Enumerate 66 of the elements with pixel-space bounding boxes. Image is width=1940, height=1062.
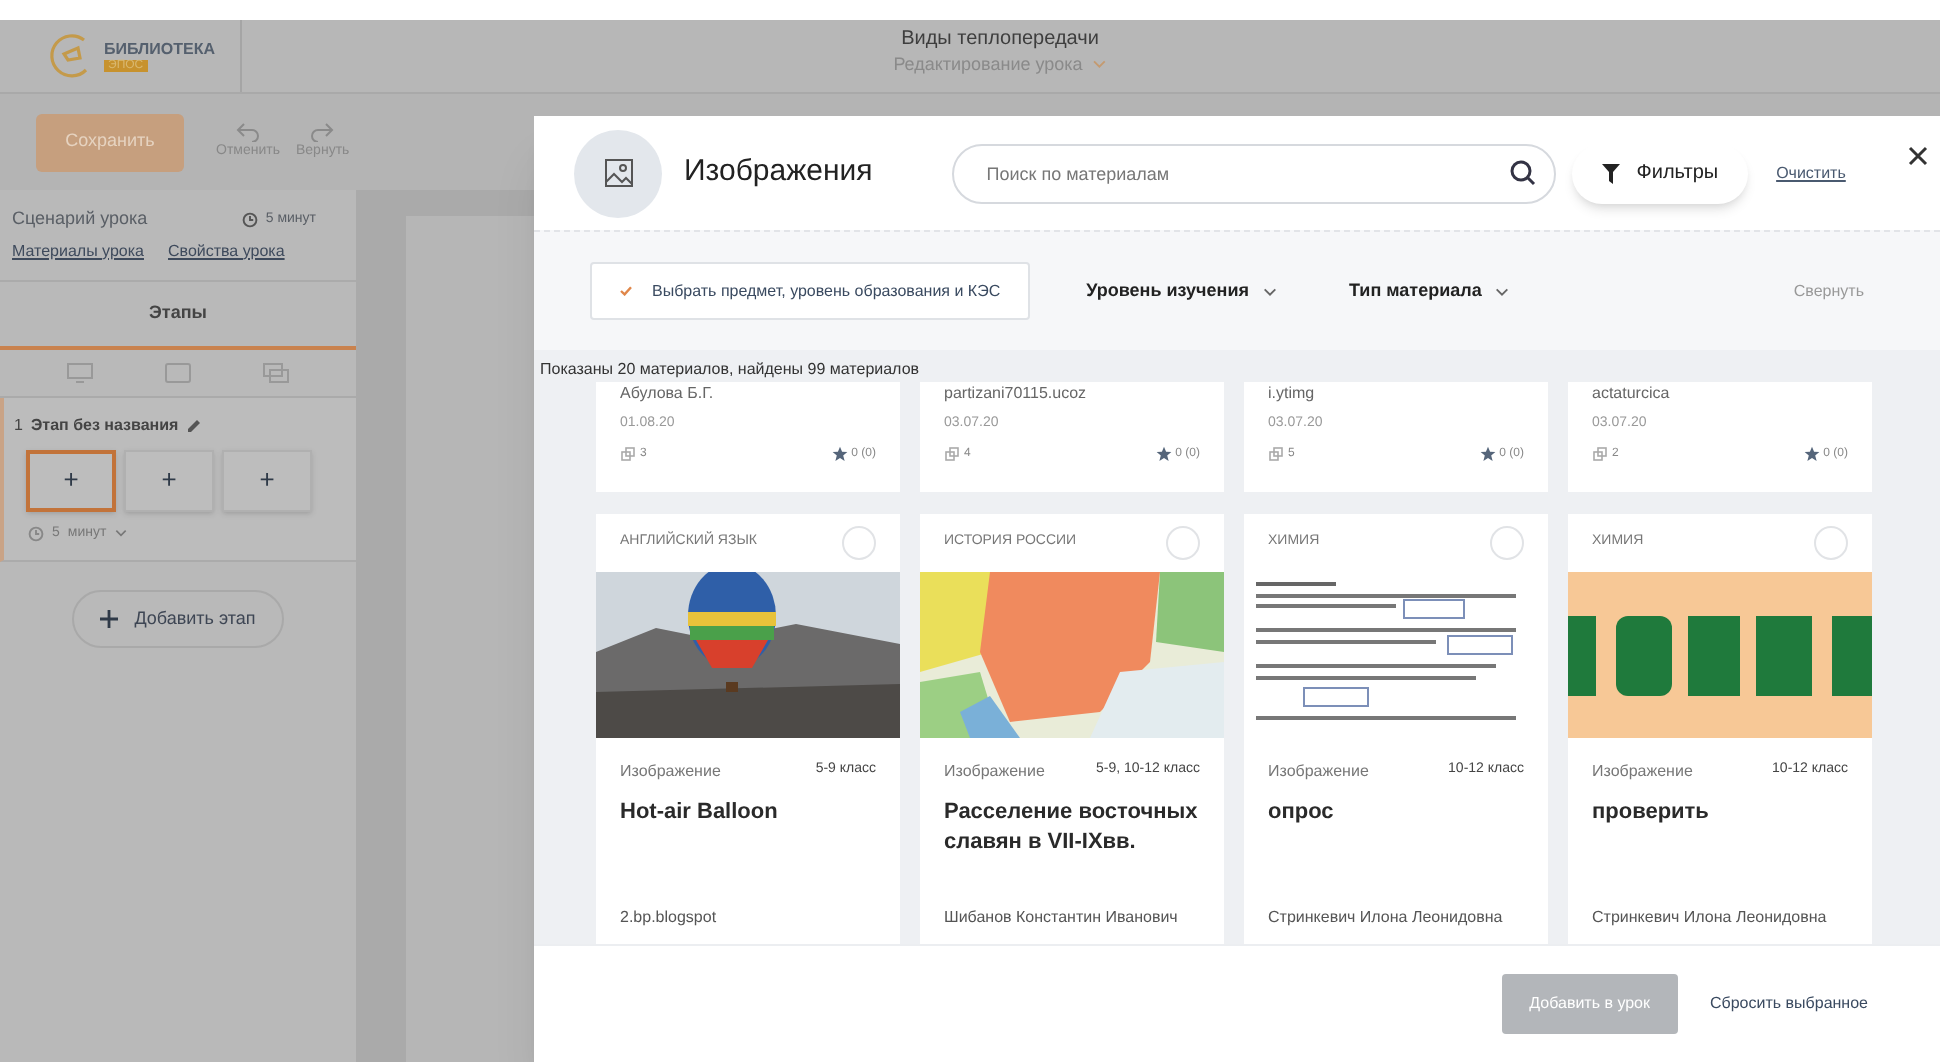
slot-button[interactable]: + [124,449,214,511]
stage-name: Этап без названия [30,413,179,437]
chevron-down-icon [1090,56,1107,73]
search-field[interactable]: Поиск по материалам [952,143,1557,203]
star-icon [831,446,848,462]
clock-icon [28,525,44,542]
star-icon [1479,446,1496,462]
select-radio[interactable] [1814,526,1848,560]
tablet-icon[interactable] [163,361,192,383]
close-icon[interactable] [1908,146,1928,166]
card-type: Изображение [1592,760,1693,784]
stage-number: 1 [14,413,23,437]
select-radio[interactable] [842,526,876,560]
check-icon [620,286,632,296]
undo-icon [236,121,260,142]
logo-title: БИБЛИОТЕКА [104,41,216,57]
card-author: i.ytimg [1268,384,1317,404]
scenario-label: Сценарий урока [12,206,148,232]
clock-icon [241,211,258,228]
slot-button[interactable]: + [222,449,312,511]
card-type: Изображение [1268,760,1369,784]
card-type: Изображение [620,760,721,784]
card-author: 2.bp.blogspot [618,906,719,930]
filter-dropdown[interactable]: Тип материала [1349,277,1510,305]
layers-icon [1268,446,1284,462]
card-title: проверить [1590,798,1711,828]
results-count: Показаны 20 материалов, найдены 99 материалов [538,358,922,382]
select-radio[interactable] [1166,526,1200,560]
card-author: Шибанов Константин Иванович [942,906,1180,930]
chevron-down-icon [1261,283,1277,299]
search-icon[interactable] [1510,159,1537,185]
pencil-icon[interactable] [186,417,203,433]
monitor-icon[interactable] [66,361,95,383]
chevron-down-icon [114,526,129,541]
card-title: Hot-air Balloon [618,798,780,828]
add-stage-button[interactable]: Добавить этап [72,590,284,648]
funnel-icon [1602,163,1621,183]
clear-link[interactable]: Очистить [1776,161,1846,185]
card-title: опрос [1266,798,1336,828]
reset-selection-button[interactable]: Сбросить выбранное [1710,992,1868,1016]
dialog-title: Изображения [684,152,873,193]
filter-dropdown[interactable]: Уровень изучения [1086,277,1277,305]
redo-icon [310,121,335,142]
slot-button[interactable]: + [26,449,116,511]
plus-icon [100,610,119,628]
card-author: Стринкевич Илона Леонидовна [1266,906,1505,930]
card-author: actaturcica [1592,384,1672,404]
layers-icon [944,446,960,462]
filters-button[interactable]: Фильтры [1572,143,1749,203]
star-icon [1803,446,1820,462]
lesson-title: Виды теплопередачи [901,28,1099,53]
star-icon [1155,446,1172,462]
layers-icon [620,446,636,462]
card-type: Изображение [944,760,1045,784]
chevron-down-icon [1493,283,1510,299]
sidebar-link[interactable]: Свойства урока [168,239,285,263]
card-author: partizani70115.ucoz [944,384,1089,404]
card-author: Стринкевич Илона Леонидовна [1590,906,1829,930]
windows-icon[interactable] [261,361,290,383]
image-icon [603,158,633,188]
sidebar-link[interactable]: Материалы урока [12,239,144,263]
card-author: Абулова Б.Г. [620,384,716,404]
layers-icon [1592,446,1608,462]
card-title: Расселение восточных славян в VII-IXвв. [942,798,1200,858]
select-radio[interactable] [1490,526,1524,560]
subject-filter-button[interactable]: Выбрать предмет, уровень образования и КЭС [590,262,1031,320]
